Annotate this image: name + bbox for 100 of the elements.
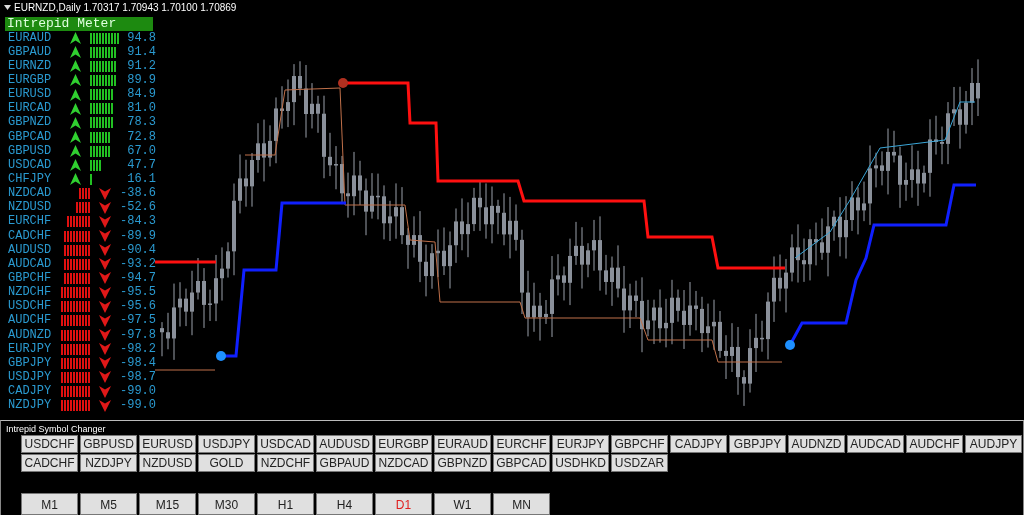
strength-bar <box>90 89 113 101</box>
strength-value: -98.2 <box>120 342 156 356</box>
strength-value: 81.0 <box>126 102 156 116</box>
symbol-button[interactable]: EURAUD <box>434 435 491 453</box>
symbol-button[interactable]: GBPAUD <box>316 454 373 472</box>
strength-bar <box>64 244 90 256</box>
symbol-button[interactable]: NZDUSD <box>139 454 196 472</box>
symbol-button[interactable]: NZDJPY <box>80 454 137 472</box>
symbol-button[interactable]: AUDCAD <box>847 435 904 453</box>
strength-value: -95.5 <box>120 286 156 300</box>
symbol-label: EURUSD <box>8 88 53 102</box>
strength-value: -99.0 <box>120 385 156 399</box>
strength-value: -38.6 <box>120 187 156 201</box>
strength-value: 67.0 <box>126 144 156 158</box>
strength-bar <box>90 117 113 129</box>
symbol-label: EURCAD <box>8 102 53 116</box>
symbol-label: EURCHF <box>8 215 53 229</box>
symbol-label: CADCHF <box>8 229 53 243</box>
strength-value: 47.7 <box>126 158 156 172</box>
symbol-button[interactable]: USDCHF <box>21 435 78 453</box>
strength-bar <box>61 371 90 383</box>
strength-value: 16.1 <box>126 172 156 186</box>
symbol-label: USDCAD <box>8 158 53 172</box>
symbol-button[interactable]: GBPCHF <box>611 435 668 453</box>
strength-bar <box>76 202 90 214</box>
symbol-button[interactable]: AUDJPY <box>965 435 1022 453</box>
strength-value: -95.6 <box>120 300 156 314</box>
symbol-button[interactable]: EURCHF <box>493 435 550 453</box>
strength-bar <box>90 145 110 157</box>
symbol-button[interactable]: GOLD <box>198 454 255 472</box>
signal-dot <box>216 351 226 361</box>
timeframe-tab[interactable]: M5 <box>80 493 137 515</box>
strength-bar <box>90 131 110 143</box>
symbol-label: USDCHF <box>8 300 53 314</box>
symbol-label: AUDUSD <box>8 243 53 257</box>
chart-title: EURNZD,Daily 1.70317 1.70943 1.70100 1.70869 <box>14 2 237 13</box>
symbol-label: NZDUSD <box>8 201 53 215</box>
strength-bar <box>90 60 116 72</box>
symbol-label: GBPCAD <box>8 130 53 144</box>
timeframe-tab[interactable]: M15 <box>139 493 196 515</box>
symbol-button[interactable]: GBPUSD <box>80 435 137 453</box>
timeframe-tab[interactable]: MN <box>493 493 550 515</box>
timeframe-tab[interactable]: M30 <box>198 493 255 515</box>
symbol-button[interactable]: NZDCHF <box>257 454 314 472</box>
strength-bar <box>61 287 90 299</box>
strength-bar <box>64 230 90 242</box>
strength-value: 91.4 <box>126 45 156 59</box>
strength-value: -89.9 <box>120 229 156 243</box>
timeframe-tab[interactable]: M1 <box>21 493 78 515</box>
symbol-button[interactable]: GBPNZD <box>434 454 491 472</box>
strength-bar <box>61 357 90 369</box>
symbol-button[interactable]: USDHKD <box>552 454 609 472</box>
strength-value: 84.9 <box>126 88 156 102</box>
timeframe-tab[interactable]: W1 <box>434 493 491 515</box>
strength-value: -98.7 <box>120 370 156 384</box>
strength-bar <box>61 343 90 355</box>
symbol-button[interactable]: EURGBP <box>375 435 432 453</box>
symbol-label: NZDCAD <box>8 187 53 201</box>
symbol-label: CADJPY <box>8 385 53 399</box>
strength-bar <box>64 258 90 270</box>
symbol-button[interactable]: AUDUSD <box>316 435 373 453</box>
strength-value: 72.8 <box>126 130 156 144</box>
symbol-button[interactable]: USDZAR <box>611 454 668 472</box>
symbol-label: AUDNZD <box>8 328 53 342</box>
symbol-label: AUDCHF <box>8 314 53 328</box>
strength-bar <box>90 103 113 115</box>
symbol-button[interactable]: GBPJPY <box>729 435 786 453</box>
timeframe-tab[interactable]: D1 <box>375 493 432 515</box>
symbol-button[interactable]: EURUSD <box>139 435 196 453</box>
strength-value: -97.5 <box>120 314 156 328</box>
timeframe-tab[interactable]: H4 <box>316 493 373 515</box>
panel-title: Intrepid Symbol Changer <box>5 423 107 434</box>
symbol-button[interactable]: EURJPY <box>552 435 609 453</box>
strength-value: 89.9 <box>126 74 156 87</box>
strength-bar <box>90 159 101 171</box>
signal-dot <box>785 340 795 350</box>
symbol-button[interactable]: NZDCAD <box>375 454 432 472</box>
strength-bar <box>61 301 90 313</box>
strength-value: -97.8 <box>120 328 156 342</box>
strength-value: 94.8 <box>126 31 156 45</box>
strength-bar <box>61 315 90 327</box>
symbol-button[interactable]: USDCAD <box>257 435 314 453</box>
dropdown-icon[interactable] <box>4 5 11 10</box>
strength-bar <box>61 386 90 398</box>
strength-bar <box>67 216 90 228</box>
symbol-label: GBPNZD <box>8 116 53 130</box>
timeframe-tab[interactable]: H1 <box>257 493 314 515</box>
strength-value: -99.0 <box>120 399 156 413</box>
strength-bar <box>90 32 119 44</box>
strength-value: -52.6 <box>120 201 156 215</box>
symbol-button[interactable]: CADCHF <box>21 454 78 472</box>
symbol-button[interactable]: CADJPY <box>670 435 727 453</box>
symbol-button[interactable]: AUDCHF <box>906 435 963 453</box>
strength-bar <box>61 400 90 412</box>
strength-value: -93.2 <box>120 257 156 271</box>
symbol-button[interactable]: AUDNZD <box>788 435 845 453</box>
symbol-label: EURAUD <box>8 31 53 45</box>
symbol-button[interactable]: USDJPY <box>198 435 255 453</box>
symbol-label: EURGBP <box>8 74 53 87</box>
symbol-button[interactable]: GBPCAD <box>493 454 550 472</box>
